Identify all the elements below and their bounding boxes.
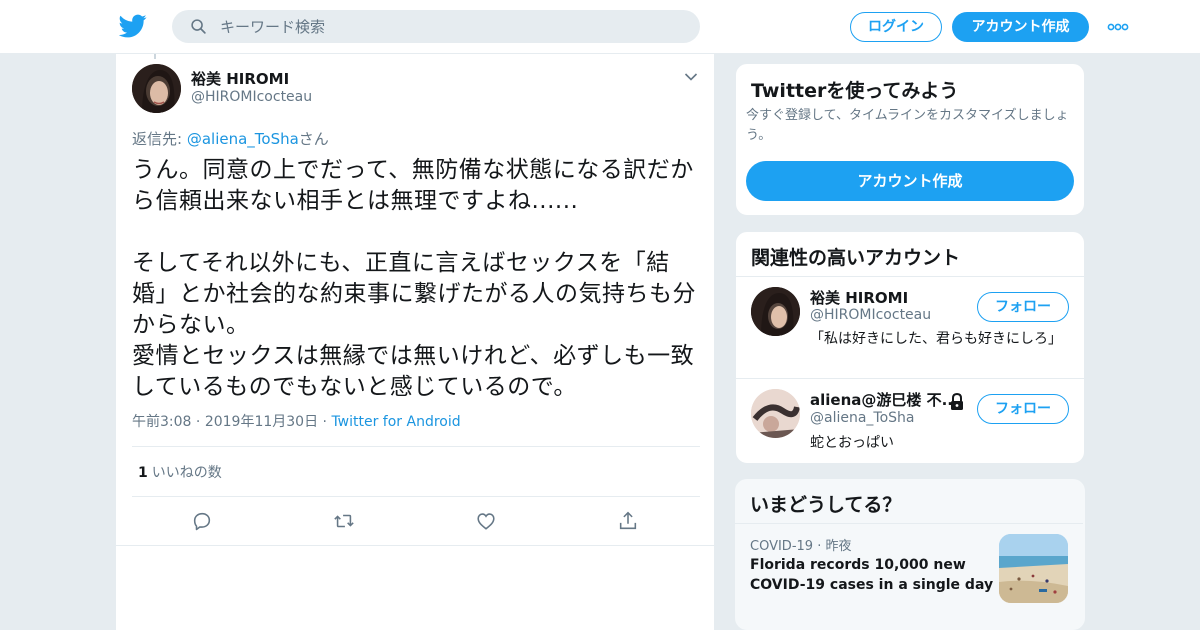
author-name[interactable]: 裕美 HIROMI [191, 68, 289, 89]
avatar[interactable] [132, 64, 181, 113]
chevron-down-icon[interactable] [684, 72, 698, 82]
reply-icon[interactable] [191, 510, 213, 532]
follow-button[interactable]: フォロー [977, 394, 1069, 424]
account-bio: 蛇とおっぱい [810, 435, 894, 451]
related-accounts-title: 関連性の高いアカウント [751, 247, 961, 269]
reply-mention-link[interactable]: @aliena_ToSha [187, 130, 299, 148]
account-name[interactable]: 裕美 HIROMI [810, 287, 908, 308]
tweet-panel: 裕美 HIROMI @HIROMIcocteau 返信先: @aliena_To… [115, 54, 715, 630]
tweet-text: うん。同意の上でだって、無防備な状態になる訳だから信頼出来ない相手とは無理ですよ… [132, 157, 696, 400]
signup-button[interactable]: アカウント作成 [952, 12, 1089, 42]
login-button[interactable]: ログイン [850, 12, 942, 42]
meta-separator: · [813, 539, 826, 554]
search-box[interactable] [172, 10, 700, 43]
account-handle[interactable]: @HIROMIcocteau [810, 307, 931, 323]
share-icon[interactable] [617, 510, 639, 532]
like-count-label: いいねの数 [151, 465, 222, 481]
tweet-time[interactable]: 午前3:08 [132, 414, 191, 430]
account-bio: 「私は好きにした、君らも好きにしろ」 [810, 331, 1062, 347]
thread-connector [154, 54, 156, 59]
more-options-icon[interactable] [1107, 20, 1129, 34]
reply-to-line: 返信先: @aliena_ToShaさん [132, 128, 329, 149]
divider [736, 378, 1084, 379]
trends-title: いまどうしてる？ [750, 494, 902, 516]
divider [132, 496, 700, 497]
trend-time: 昨夜 [825, 539, 852, 554]
tweet-date[interactable]: 2019年11月30日 [205, 414, 318, 430]
reply-suffix: さん [298, 130, 329, 148]
avatar[interactable] [751, 389, 800, 438]
likes-count[interactable]: 1 いいねの数 [138, 462, 222, 482]
divider [736, 276, 1084, 277]
trend-category: COVID-19 [750, 539, 814, 554]
account-name[interactable]: aliena@游巳楼 不... [810, 389, 959, 410]
avatar[interactable] [751, 287, 800, 336]
meta-separator: · [195, 414, 205, 430]
try-twitter-title: Twitterを使ってみよう [751, 80, 959, 102]
lock-icon [951, 393, 963, 410]
like-count-number: 1 [138, 465, 148, 481]
trend-meta: COVID-19 · 昨夜 [750, 535, 851, 554]
top-nav-bar: ログイン アカウント作成 [0, 0, 1200, 54]
trend-headline[interactable]: Florida records 10,000 new COVID-19 case… [750, 555, 995, 595]
author-handle[interactable]: @HIROMIcocteau [191, 89, 312, 105]
search-input[interactable] [220, 10, 680, 43]
divider [735, 523, 1083, 524]
tweet-source-link[interactable]: Twitter for Android [331, 414, 460, 430]
try-twitter-description: 今すぐ登録して、タイムラインをカスタマイズしましょう。 [746, 108, 1069, 143]
search-icon [191, 19, 206, 34]
try-twitter-card: Twitterを使ってみよう 今すぐ登録して、タイムラインをカスタマイズしましょ… [735, 63, 1085, 216]
like-icon[interactable] [475, 510, 497, 532]
account-handle[interactable]: @aliena_ToSha [810, 410, 915, 426]
twitter-bird-icon[interactable] [119, 12, 147, 40]
trends-card: いまどうしてる？ COVID-19 · 昨夜 Florida records 1… [735, 479, 1085, 630]
reply-prefix: 返信先: [132, 130, 187, 148]
create-account-button[interactable]: アカウント作成 [746, 161, 1074, 201]
divider [132, 446, 700, 447]
retweet-icon[interactable] [333, 510, 355, 532]
tweet-bottom-border [116, 545, 714, 546]
follow-button[interactable]: フォロー [977, 292, 1069, 322]
trend-thumbnail[interactable] [999, 534, 1068, 603]
tweet-metadata: 午前3:08 · 2019年11月30日 · Twitter for Andro… [132, 411, 461, 431]
related-accounts-card: 関連性の高いアカウント 裕美 HIROMI @HIROMIcocteau 「私は… [735, 231, 1085, 464]
